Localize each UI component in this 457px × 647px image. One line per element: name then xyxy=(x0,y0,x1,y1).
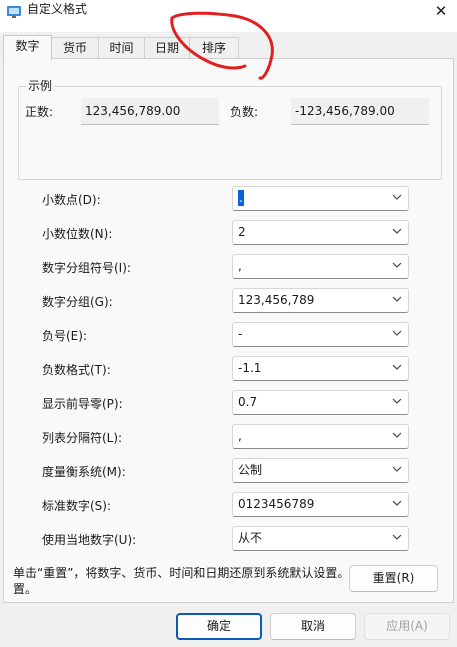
chevron-down-icon xyxy=(392,432,402,438)
reset-button-label: 重置(R) xyxy=(372,571,415,585)
tab-label: 数字 xyxy=(15,39,40,53)
tab-sort[interactable]: 排序 xyxy=(189,37,239,59)
tab-label: 货币 xyxy=(62,41,87,55)
combo-value: 公制 xyxy=(238,463,263,477)
chevron-down-icon xyxy=(392,262,402,268)
positive-sample-value: 123,456,789.00 xyxy=(85,104,181,118)
native-digits-select[interactable]: 从不 xyxy=(232,526,409,551)
ok-button-label: 确定 xyxy=(206,619,231,633)
measurement-system-select[interactable]: 公制 xyxy=(232,458,409,483)
chevron-down-icon xyxy=(392,534,402,540)
negative-format-select[interactable]: -1.1 xyxy=(232,356,409,381)
decimal-digits-select[interactable]: 2 xyxy=(232,220,409,245)
combo-value: 从不 xyxy=(238,531,263,545)
combo-value: , xyxy=(238,429,242,443)
decimal-symbol-label: 小数点(D): xyxy=(42,193,101,207)
control-panel-icon xyxy=(7,6,21,18)
digit-grouping-symbol-select[interactable]: , xyxy=(232,254,409,279)
leading-zero-select[interactable]: 0.7 xyxy=(232,390,409,415)
tab-label: 时间 xyxy=(109,41,134,55)
title-bar: 自定义格式 ✕ xyxy=(0,0,457,32)
cancel-button-label: 取消 xyxy=(300,619,325,633)
close-button[interactable]: ✕ xyxy=(425,0,457,22)
tab-number[interactable]: 数字 xyxy=(3,35,52,60)
positive-label: 正数: xyxy=(25,105,54,119)
digit-grouping-label: 数字分组(G): xyxy=(42,295,113,309)
apply-button-label: 应用(A) xyxy=(386,619,428,633)
window-title: 自定义格式 xyxy=(27,2,88,16)
measurement-system-label: 度量衡系统(M): xyxy=(42,465,126,479)
sample-group-title: 示例 xyxy=(26,78,55,94)
tab-label: 排序 xyxy=(201,41,226,55)
tab-time[interactable]: 时间 xyxy=(98,37,145,59)
tab-currency[interactable]: 货币 xyxy=(51,37,99,59)
combo-value: 0123456789 xyxy=(238,497,315,511)
negative-sample: -123,456,789.00 xyxy=(291,98,429,125)
leading-zero-label: 显示前导零(P): xyxy=(42,397,123,411)
sample-group: 示例 正数: 123,456,789.00 负数: -123,456,789.0… xyxy=(18,78,442,180)
chevron-down-icon xyxy=(392,398,402,404)
tab-panel: 示例 正数: 123,456,789.00 负数: -123,456,789.0… xyxy=(3,58,454,603)
apply-button[interactable]: 应用(A) xyxy=(364,613,450,640)
digit-grouping-select[interactable]: 123,456,789 xyxy=(232,288,409,313)
tab-date[interactable]: 日期 xyxy=(144,37,190,59)
combo-value: . xyxy=(238,190,244,206)
decimal-symbol-select[interactable]: . xyxy=(232,186,409,211)
negative-sign-select[interactable]: - xyxy=(232,322,409,347)
close-icon: ✕ xyxy=(434,2,448,20)
reset-hint: 单击“重置”，将数字、货币、时间和日期还原到系统默认设置。 置。 xyxy=(13,565,343,597)
list-separator-select[interactable]: , xyxy=(232,424,409,449)
chevron-down-icon xyxy=(392,330,402,336)
negative-sign-label: 负号(E): xyxy=(42,329,87,343)
reset-button[interactable]: 重置(R) xyxy=(349,565,438,592)
combo-value: 123,456,789 xyxy=(238,293,315,307)
ok-button[interactable]: 确定 xyxy=(176,613,262,640)
combo-value: -1.1 xyxy=(238,361,262,375)
negative-sample-value: -123,456,789.00 xyxy=(295,104,395,118)
digit-grouping-symbol-label: 数字分组符号(I): xyxy=(42,261,131,275)
standard-digits-label: 标准数字(S): xyxy=(42,499,112,513)
chevron-down-icon xyxy=(392,228,402,234)
negative-format-label: 负数格式(T): xyxy=(42,363,111,377)
combo-value: - xyxy=(238,327,243,341)
chevron-down-icon xyxy=(392,500,402,506)
chevron-down-icon xyxy=(392,296,402,302)
reset-hint-line2: 置。 xyxy=(13,582,38,596)
native-digits-label: 使用当地数字(U): xyxy=(42,533,137,547)
standard-digits-select[interactable]: 0123456789 xyxy=(232,492,409,517)
chevron-down-icon xyxy=(392,194,402,200)
combo-value: 2 xyxy=(238,225,246,239)
combo-value: 0.7 xyxy=(238,395,258,409)
reset-hint-line1: 单击“重置”，将数字、货币、时间和日期还原到系统默认设置。 xyxy=(13,566,343,580)
chevron-down-icon xyxy=(392,364,402,370)
list-separator-label: 列表分隔符(L): xyxy=(42,431,123,445)
cancel-button[interactable]: 取消 xyxy=(270,613,356,640)
positive-sample: 123,456,789.00 xyxy=(81,98,219,125)
tab-strip: 数字 货币 时间 日期 排序 xyxy=(0,35,457,60)
chevron-down-icon xyxy=(392,466,402,472)
negative-label: 负数: xyxy=(230,105,259,119)
tab-label: 日期 xyxy=(154,41,179,55)
decimal-digits-label: 小数位数(N): xyxy=(42,227,113,241)
combo-value: , xyxy=(238,259,242,273)
